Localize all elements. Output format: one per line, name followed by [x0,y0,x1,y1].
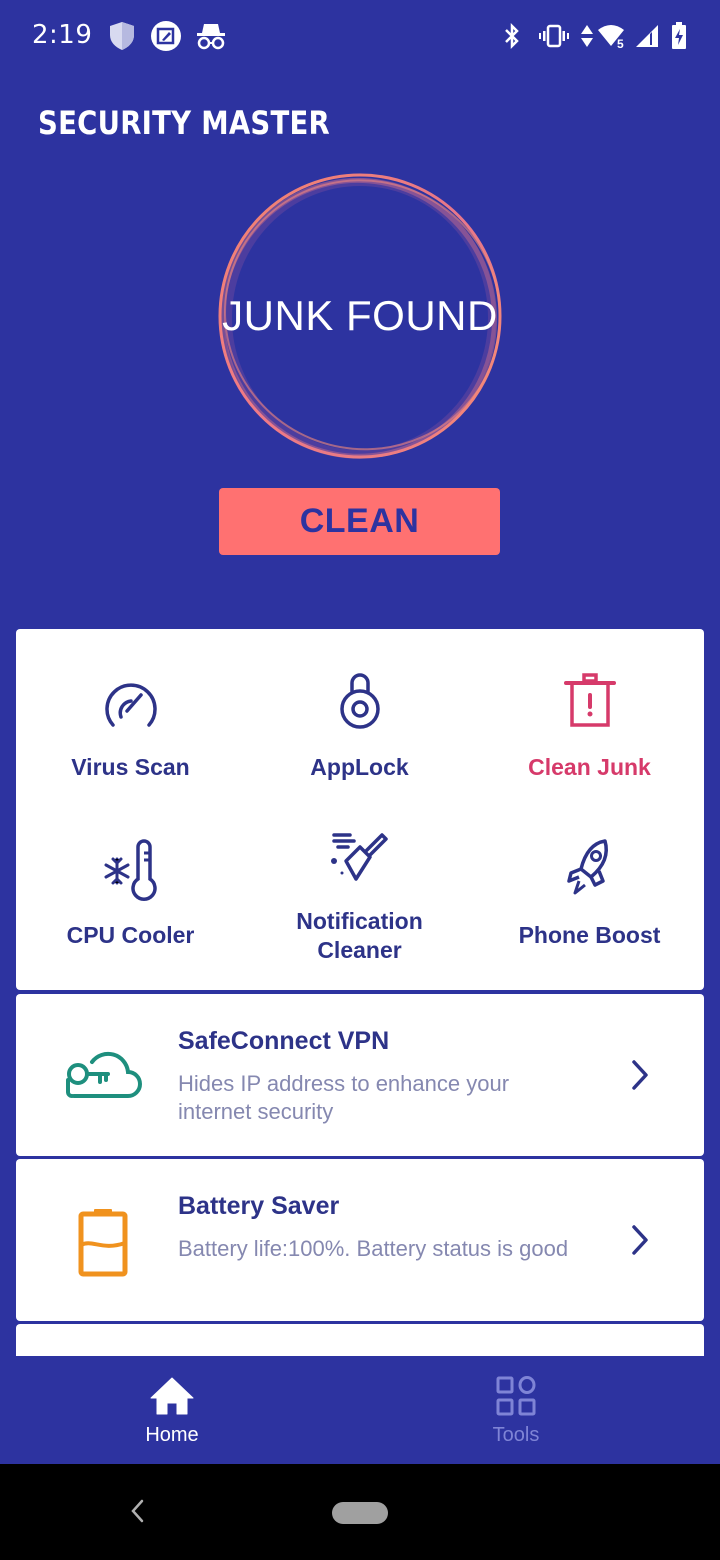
battery-icon [62,1199,144,1281]
tab-home[interactable]: Home [0,1356,352,1464]
card-safeconnect-vpn[interactable]: SafeConnect VPN Hides IP address to enha… [16,994,704,1156]
chevron-right-icon [628,1223,652,1257]
features-grid: Virus Scan AppLock Clean Junk CPU Cooler… [16,629,704,990]
junk-status-label: JUNK FOUND [222,292,498,339]
feature-label: Virus Scan [71,754,190,780]
chevron-right-icon [628,1058,652,1092]
feature-phone-boost[interactable]: Phone Boost [475,799,704,989]
card-battery-saver[interactable]: Battery Saver Battery life:100%. Battery… [16,1159,704,1321]
card-title: SafeConnect VPN [178,1027,390,1055]
battery-charging-icon [670,20,688,52]
broom-icon [328,831,392,892]
tab-tools[interactable]: Tools [336,1356,696,1464]
tab-label: Tools [492,1424,540,1446]
status-time: 2:19 [32,20,93,50]
padlock-icon [335,669,385,738]
app-title: SECURITY MASTER [38,104,331,142]
feature-label: AppLock [310,754,409,780]
home-pill-button[interactable] [332,1502,388,1524]
wifi-icon: 5 [596,20,630,52]
vibrate-icon [538,20,570,52]
incognito-icon [194,20,228,52]
bluetooth-icon [502,20,522,52]
snowflake-thermometer-icon [101,839,161,906]
feature-label-line2: Cleaner [317,937,402,963]
status-bar: 2:19 5 [0,0,720,72]
home-icon [149,1376,195,1421]
cloud-key-icon [62,1034,144,1116]
clean-button[interactable]: CLEAN [219,488,500,555]
bottom-navigation: Home Tools [0,1356,720,1464]
trash-alert-icon [563,671,617,736]
feature-label: Clean Junk [528,754,651,780]
card-title: Battery Saver [178,1192,340,1220]
tools-grid-icon [496,1376,536,1421]
feature-label: Phone Boost [518,922,661,948]
speedometer-icon [101,673,161,738]
feature-clean-junk[interactable]: Clean Junk [475,629,704,799]
rocket-icon [565,837,615,906]
feature-cpu-cooler[interactable]: CPU Cooler [16,799,245,989]
shield-icon [108,20,136,52]
feature-notification-cleaner[interactable]: Notification Cleaner [245,799,474,989]
feature-applock[interactable]: AppLock [245,629,474,799]
feature-label: CPU Cooler [66,922,195,948]
feature-label-line1: Notification [296,908,423,934]
feature-virus-scan[interactable]: Virus Scan [16,629,245,799]
data-arrows-icon [580,20,594,52]
signal-icon [634,20,660,52]
tab-label: Home [145,1424,199,1446]
wifi-badge: 5 [617,37,624,50]
back-icon[interactable] [128,1498,148,1529]
screenshot-edit-icon [150,20,182,52]
system-navigation-bar [0,1464,720,1560]
card-description: Hides IP address to enhance your interne… [178,1071,510,1124]
card-description: Battery life:100%. Battery status is goo… [178,1236,569,1261]
